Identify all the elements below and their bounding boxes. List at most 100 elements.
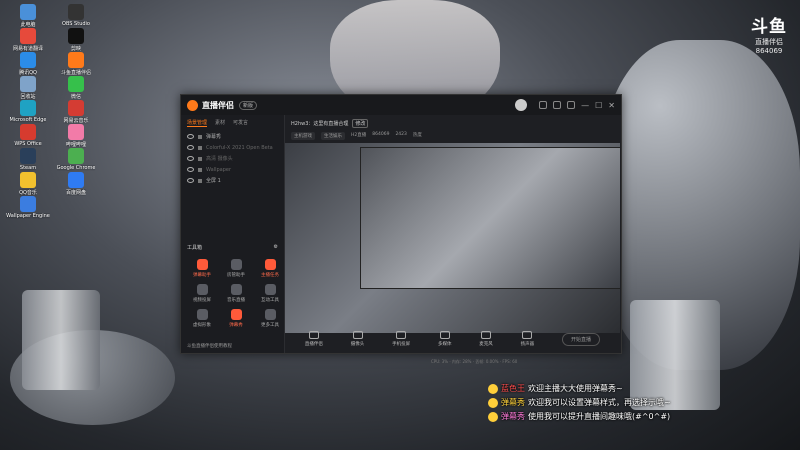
desktop-icon[interactable]: 网易云音乐 bbox=[52, 100, 100, 124]
eye-icon[interactable] bbox=[187, 178, 194, 183]
control-icon bbox=[522, 331, 533, 339]
control-label: 直播伴侣 bbox=[304, 342, 323, 347]
tool-icon bbox=[230, 259, 242, 270]
desktop-icon[interactable]: 腾讯QQ bbox=[4, 52, 52, 76]
stat-item: H2直播 bbox=[351, 133, 367, 138]
eye-icon[interactable] bbox=[187, 167, 194, 172]
app-icon bbox=[20, 76, 36, 92]
scene-item[interactable]: Wallpaper bbox=[181, 164, 284, 175]
tool-button[interactable]: 房管助手 bbox=[221, 259, 251, 278]
tool-button[interactable]: 互动工具 bbox=[255, 284, 285, 303]
settings-icon[interactable] bbox=[553, 101, 562, 109]
minimize-icon[interactable]: — bbox=[581, 101, 589, 110]
main-area: H2hw3：这里有直播合理 修改 主机游戏 生活娱乐 H2直播 864069 2… bbox=[285, 115, 621, 353]
tutorial-link[interactable]: 斗鱼直播伴侣使用教程 bbox=[187, 343, 232, 349]
scene-label: Wallpaper bbox=[206, 166, 232, 173]
desktop-icon[interactable]: Google Chrome bbox=[52, 148, 100, 171]
avatar[interactable] bbox=[515, 99, 528, 111]
desktop-icon[interactable]: OBS Studio bbox=[52, 4, 100, 27]
control-label: 多媒体 bbox=[437, 342, 452, 347]
desktop-icon[interactable]: Steam bbox=[4, 148, 52, 171]
close-icon[interactable]: ✕ bbox=[608, 101, 615, 110]
desktop-icon[interactable]: Wallpaper Engine bbox=[4, 196, 52, 219]
lock-icon[interactable] bbox=[198, 178, 202, 183]
tool-button[interactable]: 主播任务 bbox=[255, 259, 285, 278]
tab-scene-manage[interactable]: 场景管理 bbox=[187, 119, 208, 127]
eye-icon[interactable] bbox=[187, 134, 194, 139]
danmaku-message: 弹幕秀 欢迎我可以设置弹幕样式，再选择示哦~ bbox=[488, 397, 788, 408]
lock-icon[interactable] bbox=[198, 145, 202, 150]
desktop-icon[interactable]: WPS Office bbox=[4, 124, 52, 147]
app-icon bbox=[20, 4, 36, 20]
lock-icon[interactable] bbox=[198, 156, 202, 161]
category-tag[interactable]: 主机游戏 bbox=[291, 132, 315, 140]
toolbox-settings-icon[interactable]: ⚙ bbox=[274, 244, 278, 251]
danmaku-message: 蓝色王 欢迎主播大大使用弹幕秀~ bbox=[488, 383, 788, 394]
desktop-icon[interactable]: Microsoft Edge bbox=[4, 100, 52, 123]
scene-tabs: 场景管理 素材 可发言 bbox=[181, 115, 284, 131]
tool-label: 互动工具 bbox=[261, 298, 279, 303]
desktop-icon[interactable]: 斗鱼直播伴侣 bbox=[52, 52, 100, 76]
eye-icon[interactable] bbox=[187, 145, 194, 150]
tool-label: 音乐直播 bbox=[227, 298, 245, 303]
tool-label: 房管助手 bbox=[227, 273, 245, 278]
tab-speak[interactable]: 可发言 bbox=[233, 119, 248, 127]
control-button[interactable]: 扬声器 bbox=[521, 331, 534, 347]
desktop-icon-label: 网易云音乐 bbox=[63, 118, 89, 124]
app-icon bbox=[68, 100, 84, 116]
app-icon bbox=[20, 196, 36, 212]
scene-item[interactable]: 弹幕秀 bbox=[181, 131, 284, 142]
app-icon bbox=[20, 124, 36, 140]
maximize-icon[interactable]: ☐ bbox=[595, 101, 602, 110]
skin-icon[interactable] bbox=[567, 101, 576, 109]
version-badge[interactable]: 新版 bbox=[239, 100, 258, 110]
control-label: 手机投屏 bbox=[392, 342, 411, 347]
desktop-icon[interactable]: QQ音乐 bbox=[4, 172, 52, 196]
desktop-icon-label: Steam bbox=[19, 165, 37, 171]
desktop-icon[interactable]: 回收站 bbox=[4, 76, 52, 100]
control-button[interactable]: 手机投屏 bbox=[392, 331, 410, 347]
desktop-icon[interactable]: 剪映 bbox=[52, 28, 100, 52]
scene-item[interactable]: Colorful-X 2021 Open Beta bbox=[181, 142, 284, 153]
tool-icon bbox=[230, 309, 242, 320]
message-icon[interactable] bbox=[539, 101, 548, 109]
start-live-button[interactable]: 开始直播 bbox=[561, 332, 600, 346]
tool-button[interactable]: 弹幕助手 bbox=[187, 259, 217, 278]
app-icon bbox=[68, 148, 84, 164]
category-tag-2[interactable]: 生活娱乐 bbox=[321, 132, 345, 140]
desktop-icon-label: 剪映 bbox=[70, 46, 81, 52]
app-icon bbox=[68, 4, 84, 20]
scene-item[interactable]: 高清 摄像头 bbox=[181, 153, 284, 164]
eye-icon[interactable] bbox=[187, 156, 194, 161]
control-button[interactable]: 多媒体 bbox=[437, 331, 452, 347]
scene-item[interactable]: 全屏 1 bbox=[181, 175, 284, 186]
desktop-icon-label: QQ音乐 bbox=[19, 190, 37, 196]
control-icon bbox=[396, 331, 407, 339]
desktop-icon-label: Google Chrome bbox=[56, 165, 96, 171]
control-icon bbox=[308, 331, 319, 339]
desktop-icon[interactable]: 此电脑 bbox=[4, 4, 52, 28]
scene-label: Colorful-X 2021 Open Beta bbox=[206, 144, 273, 151]
desktop-icon-label: 回收站 bbox=[20, 94, 36, 100]
scene-label: 全屏 1 bbox=[206, 178, 221, 184]
lock-icon[interactable] bbox=[198, 167, 202, 172]
edit-room-button[interactable]: 修改 bbox=[352, 119, 369, 128]
desktop-icon[interactable]: 网易有道翻译 bbox=[4, 28, 52, 52]
app-icon bbox=[20, 172, 36, 188]
desktop-icon[interactable]: 哔哩哔哩 bbox=[52, 124, 100, 148]
desktop-icon[interactable]: 微信 bbox=[52, 76, 100, 100]
tool-button[interactable]: 虚拟形象 bbox=[187, 309, 217, 328]
tool-button[interactable]: 音乐直播 bbox=[221, 284, 251, 303]
control-button[interactable]: 摄像头 bbox=[351, 331, 364, 347]
desktop-icon[interactable]: 百度网盘 bbox=[52, 172, 100, 196]
stream-preview[interactable] bbox=[285, 143, 620, 333]
tab-material[interactable]: 素材 bbox=[215, 119, 225, 127]
tool-button[interactable]: 弹幕秀 bbox=[221, 309, 251, 328]
lock-icon[interactable] bbox=[198, 134, 202, 139]
tool-button[interactable]: 更多工具 bbox=[255, 309, 285, 328]
control-button[interactable]: 直播伴侣 bbox=[305, 331, 323, 347]
desktop-icon-label: Wallpaper Engine bbox=[6, 213, 50, 219]
stat-item: 热度 bbox=[412, 133, 422, 138]
tool-button[interactable]: 视频投屏 bbox=[187, 284, 217, 303]
control-button[interactable]: 麦克风 bbox=[479, 331, 493, 347]
